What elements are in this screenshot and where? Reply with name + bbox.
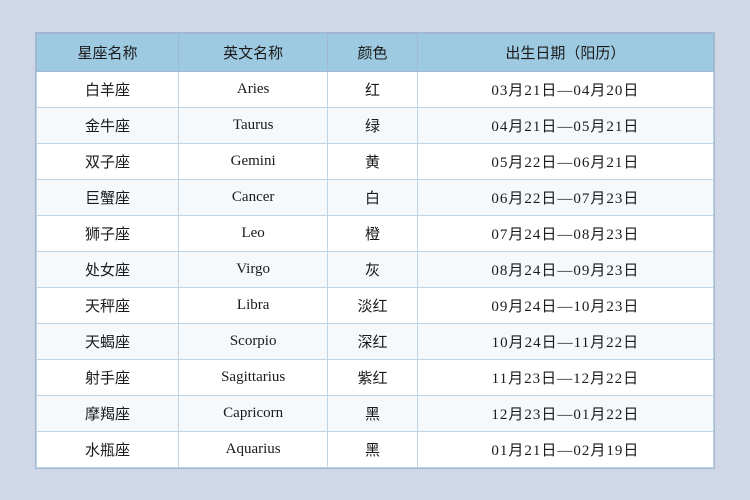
table-row: 处女座Virgo灰08月24日—09月23日 — [37, 251, 714, 287]
cell-dates: 07月24日—08月23日 — [417, 215, 713, 251]
cell-dates: 06月22日—07月23日 — [417, 179, 713, 215]
header-english-name: 英文名称 — [179, 33, 328, 71]
cell-chinese-name: 水瓶座 — [37, 431, 179, 467]
cell-dates: 04月21日—05月21日 — [417, 107, 713, 143]
table-row: 狮子座Leo橙07月24日—08月23日 — [37, 215, 714, 251]
cell-chinese-name: 摩羯座 — [37, 395, 179, 431]
table-row: 射手座Sagittarius紫红11月23日—12月22日 — [37, 359, 714, 395]
cell-english-name: Gemini — [179, 143, 328, 179]
cell-color: 淡红 — [328, 287, 417, 323]
cell-chinese-name: 金牛座 — [37, 107, 179, 143]
cell-dates: 12月23日—01月22日 — [417, 395, 713, 431]
table-body: 白羊座Aries红03月21日—04月20日金牛座Taurus绿04月21日—0… — [37, 71, 714, 467]
cell-color: 紫红 — [328, 359, 417, 395]
cell-dates: 01月21日—02月19日 — [417, 431, 713, 467]
cell-english-name: Cancer — [179, 179, 328, 215]
cell-chinese-name: 天蝎座 — [37, 323, 179, 359]
cell-color: 绿 — [328, 107, 417, 143]
cell-chinese-name: 狮子座 — [37, 215, 179, 251]
cell-english-name: Virgo — [179, 251, 328, 287]
cell-english-name: Scorpio — [179, 323, 328, 359]
table-row: 白羊座Aries红03月21日—04月20日 — [37, 71, 714, 107]
cell-chinese-name: 天秤座 — [37, 287, 179, 323]
cell-color: 橙 — [328, 215, 417, 251]
table-row: 摩羯座Capricorn黑12月23日—01月22日 — [37, 395, 714, 431]
zodiac-table-wrapper: 星座名称 英文名称 颜色 出生日期（阳历） 白羊座Aries红03月21日—04… — [35, 32, 715, 469]
cell-english-name: Libra — [179, 287, 328, 323]
header-color: 颜色 — [328, 33, 417, 71]
table-row: 天秤座Libra淡红09月24日—10月23日 — [37, 287, 714, 323]
cell-chinese-name: 巨蟹座 — [37, 179, 179, 215]
cell-dates: 08月24日—09月23日 — [417, 251, 713, 287]
header-dates: 出生日期（阳历） — [417, 33, 713, 71]
cell-chinese-name: 射手座 — [37, 359, 179, 395]
cell-color: 黄 — [328, 143, 417, 179]
header-chinese-name: 星座名称 — [37, 33, 179, 71]
cell-english-name: Capricorn — [179, 395, 328, 431]
table-row: 天蝎座Scorpio深红10月24日—11月22日 — [37, 323, 714, 359]
cell-english-name: Taurus — [179, 107, 328, 143]
cell-color: 黑 — [328, 431, 417, 467]
cell-dates: 10月24日—11月22日 — [417, 323, 713, 359]
table-row: 水瓶座Aquarius黑01月21日—02月19日 — [37, 431, 714, 467]
cell-color: 灰 — [328, 251, 417, 287]
cell-english-name: Aries — [179, 71, 328, 107]
cell-english-name: Leo — [179, 215, 328, 251]
table-row: 双子座Gemini黄05月22日—06月21日 — [37, 143, 714, 179]
cell-chinese-name: 双子座 — [37, 143, 179, 179]
cell-english-name: Sagittarius — [179, 359, 328, 395]
cell-color: 红 — [328, 71, 417, 107]
cell-chinese-name: 白羊座 — [37, 71, 179, 107]
cell-color: 白 — [328, 179, 417, 215]
cell-dates: 11月23日—12月22日 — [417, 359, 713, 395]
table-row: 巨蟹座Cancer白06月22日—07月23日 — [37, 179, 714, 215]
cell-dates: 05月22日—06月21日 — [417, 143, 713, 179]
table-header-row: 星座名称 英文名称 颜色 出生日期（阳历） — [37, 33, 714, 71]
cell-chinese-name: 处女座 — [37, 251, 179, 287]
table-row: 金牛座Taurus绿04月21日—05月21日 — [37, 107, 714, 143]
cell-english-name: Aquarius — [179, 431, 328, 467]
cell-color: 深红 — [328, 323, 417, 359]
zodiac-table: 星座名称 英文名称 颜色 出生日期（阳历） 白羊座Aries红03月21日—04… — [36, 33, 714, 468]
cell-dates: 09月24日—10月23日 — [417, 287, 713, 323]
cell-dates: 03月21日—04月20日 — [417, 71, 713, 107]
cell-color: 黑 — [328, 395, 417, 431]
